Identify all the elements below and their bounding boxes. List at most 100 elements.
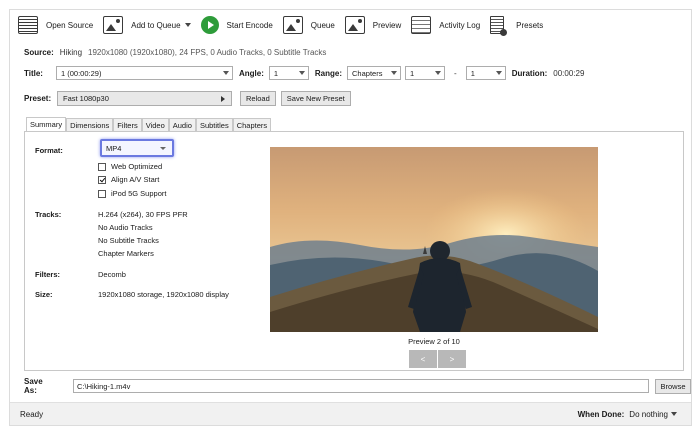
title-label: Title:: [24, 68, 43, 78]
align-av-start-label: Align A/V Start: [111, 175, 160, 184]
ipod-5g-support-checkbox[interactable]: iPod 5G Support: [98, 189, 166, 198]
queue-add-icon: [103, 16, 124, 34]
source-details: 1920x1080 (1920x1080), 24 FPS, 0 Audio T…: [88, 48, 327, 57]
start-encode-button[interactable]: Start Encode: [200, 13, 273, 37]
queue-button[interactable]: Queue: [282, 13, 335, 37]
play-icon: [200, 16, 219, 34]
range-end-value: 1: [470, 68, 475, 78]
toolbar: Open Source Add to Queue Start Encode Qu…: [10, 10, 691, 40]
angle-label: Angle:: [239, 68, 264, 78]
queue-icon: [282, 16, 303, 34]
source-name: Hiking: [59, 48, 83, 57]
start-encode-label: Start Encode: [226, 20, 273, 30]
activity-log-button[interactable]: Activity Log: [411, 13, 480, 37]
save-new-preset-button[interactable]: Save New Preset: [280, 91, 351, 106]
ipod-5g-support-label: iPod 5G Support: [111, 189, 167, 198]
format-select[interactable]: MP4: [100, 139, 174, 157]
range-end-select[interactable]: 1: [465, 66, 506, 80]
range-separator: -: [454, 68, 457, 78]
hiker-photo: [270, 147, 598, 332]
range-label: Range:: [314, 68, 343, 78]
activity-log-label: Activity Log: [439, 20, 481, 30]
align-av-start-checkbox[interactable]: Align A/V Start: [98, 175, 159, 184]
tab-video[interactable]: Video: [141, 118, 169, 131]
range-type-select[interactable]: Chapters: [347, 66, 402, 80]
log-icon: [411, 16, 432, 34]
status-bar: Ready When Done: Do nothing: [10, 402, 691, 425]
preset-select[interactable]: Fast 1080p30: [57, 91, 232, 106]
checkbox-box-checked: [98, 175, 106, 184]
chevron-down-icon: [495, 71, 502, 75]
chevron-down-icon: [435, 71, 442, 75]
handbrake-window: Open Source Add to Queue Start Encode Qu…: [9, 9, 692, 426]
chevron-down-icon: [298, 71, 305, 75]
when-done-select[interactable]: Do nothing: [629, 410, 677, 419]
preset-label: Preset:: [24, 94, 52, 103]
save-as-row: Save As: C:\Hiking-1.m4v Browse: [24, 377, 691, 395]
when-done-label: When Done:: [577, 409, 625, 419]
duration-value: 00:00:29: [553, 68, 585, 78]
format-label: Format:: [35, 146, 63, 155]
summary-panel: Format: MP4 Web Optimized Align A/V Star…: [24, 131, 684, 371]
preview-image: [270, 147, 598, 332]
preview-next-button[interactable]: >: [438, 350, 466, 368]
tab-audio[interactable]: Audio: [168, 118, 196, 131]
browse-button[interactable]: Browse: [655, 378, 691, 394]
track-subtitle: No Subtitle Tracks: [98, 236, 159, 245]
checkbox-box: [98, 162, 106, 171]
size-value: 1920x1080 storage, 1920x1080 display: [98, 290, 229, 299]
checkbox-box: [98, 189, 106, 198]
format-select-value: MP4: [106, 143, 122, 153]
preset-select-value: Fast 1080p30: [63, 94, 109, 103]
size-label: Size:: [35, 290, 53, 299]
angle-select[interactable]: 1: [268, 66, 309, 80]
presets-icon: [490, 16, 508, 36]
preview-caption: Preview 2 of 10: [408, 337, 460, 346]
preview-prev-button[interactable]: <: [409, 350, 437, 368]
save-as-input[interactable]: C:\Hiking-1.m4v: [72, 379, 649, 393]
chevron-down-icon[interactable]: [184, 23, 191, 27]
tab-chapters[interactable]: Chapters: [232, 118, 272, 131]
filters-value: Decomb: [98, 270, 126, 279]
filters-label: Filters:: [35, 270, 61, 279]
source-row: Source: Hiking 1920x1080 (1920x1080), 24…: [24, 48, 326, 57]
preview-label: Preview: [372, 20, 402, 30]
preview-icon: [344, 16, 365, 34]
range-start-value: 1: [410, 68, 415, 78]
presets-label: Presets: [516, 20, 544, 30]
tab-dimensions[interactable]: Dimensions: [66, 118, 114, 131]
range-start-select[interactable]: 1: [405, 66, 446, 80]
open-source-label: Open Source: [46, 20, 94, 30]
preview-button[interactable]: Preview: [344, 13, 402, 37]
title-select[interactable]: 1 (00:00:29): [56, 66, 233, 80]
tab-summary[interactable]: Summary: [26, 117, 67, 131]
chevron-down-icon: [223, 71, 229, 75]
chevron-right-icon: [221, 96, 225, 102]
range-type-value: Chapters: [352, 68, 383, 78]
save-as-label: Save As:: [24, 377, 43, 395]
chevron-down-icon: [391, 71, 398, 75]
chevron-down-icon: [160, 147, 166, 150]
add-to-queue-label: Add to Queue: [131, 20, 181, 30]
status-text: Ready: [20, 409, 44, 419]
duration-label: Duration:: [511, 68, 548, 78]
presets-button[interactable]: Presets: [490, 13, 543, 37]
web-optimized-checkbox[interactable]: Web Optimized: [98, 162, 162, 171]
open-source-button[interactable]: Open Source: [18, 13, 93, 37]
tracks-label: Tracks:: [35, 210, 62, 219]
tab-subtitles[interactable]: Subtitles: [195, 118, 233, 131]
chevron-down-icon: [671, 412, 677, 416]
queue-label: Queue: [310, 20, 335, 30]
title-row: Title: 1 (00:00:29) Angle: 1 Range: Chap…: [24, 66, 584, 80]
source-label: Source:: [24, 48, 54, 57]
track-chapters: Chapter Markers: [98, 249, 154, 258]
tab-filters[interactable]: Filters: [113, 118, 142, 131]
preset-row: Preset: Fast 1080p30 Reload Save New Pre…: [24, 91, 351, 106]
web-optimized-label: Web Optimized: [111, 162, 163, 171]
add-to-queue-button[interactable]: Add to Queue: [103, 13, 191, 37]
title-select-value: 1 (00:00:29): [61, 68, 102, 78]
when-done-value: Do nothing: [629, 409, 668, 419]
reload-button[interactable]: Reload: [240, 91, 276, 106]
track-audio: No Audio Tracks: [98, 223, 153, 232]
film-icon: [18, 16, 38, 34]
